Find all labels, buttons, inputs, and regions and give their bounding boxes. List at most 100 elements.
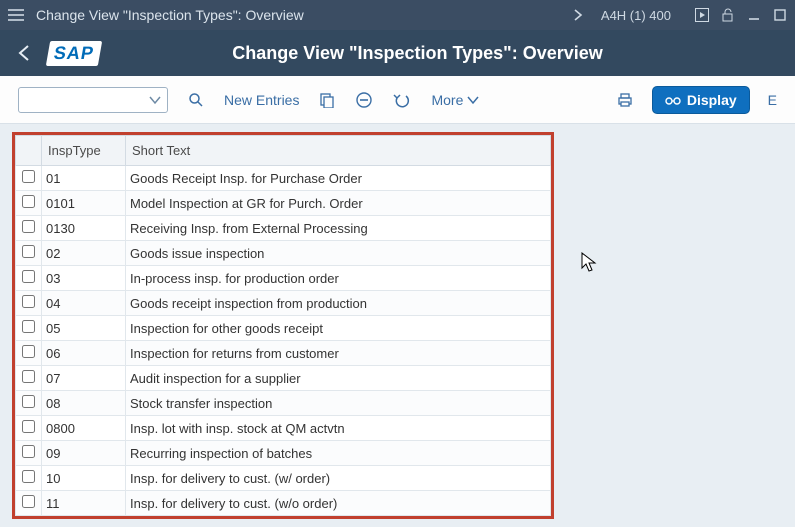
shorttext-cell[interactable]: Inspection for other goods receipt bbox=[126, 316, 551, 341]
more-button[interactable]: More bbox=[431, 92, 479, 108]
insptype-cell[interactable]: 09 bbox=[42, 441, 126, 466]
insptype-cell[interactable]: 0800 bbox=[42, 416, 126, 441]
shorttext-cell[interactable]: Insp. for delivery to cust. (w/o order) bbox=[126, 491, 551, 516]
shorttext-cell[interactable]: Model Inspection at GR for Purch. Order bbox=[126, 191, 551, 216]
table-row[interactable]: 09Recurring inspection of batches bbox=[16, 441, 551, 466]
insptype-cell[interactable]: 10 bbox=[42, 466, 126, 491]
row-checkbox[interactable] bbox=[22, 370, 35, 383]
table-row[interactable]: 05Inspection for other goods receipt bbox=[16, 316, 551, 341]
row-select-cell[interactable] bbox=[16, 441, 42, 466]
display-button[interactable]: Display bbox=[652, 86, 750, 114]
row-select-cell[interactable] bbox=[16, 166, 42, 191]
insptype-cell[interactable]: 07 bbox=[42, 366, 126, 391]
insptype-cell[interactable]: 06 bbox=[42, 341, 126, 366]
row-checkbox[interactable] bbox=[22, 170, 35, 183]
row-checkbox[interactable] bbox=[22, 195, 35, 208]
minimize-icon[interactable] bbox=[747, 8, 761, 22]
chevron-down-icon bbox=[149, 95, 161, 105]
insptype-cell[interactable]: 04 bbox=[42, 291, 126, 316]
variant-dropdown[interactable] bbox=[18, 87, 168, 113]
app-header: SAP Change View "Inspection Types": Over… bbox=[0, 30, 795, 76]
shorttext-cell[interactable]: Inspection for returns from customer bbox=[126, 341, 551, 366]
table-row[interactable]: 10Insp. for delivery to cust. (w/ order) bbox=[16, 466, 551, 491]
row-select-cell[interactable] bbox=[16, 266, 42, 291]
row-select-cell[interactable] bbox=[16, 391, 42, 416]
table-row[interactable]: 01Goods Receipt Insp. for Purchase Order bbox=[16, 166, 551, 191]
row-checkbox[interactable] bbox=[22, 295, 35, 308]
row-checkbox[interactable] bbox=[22, 320, 35, 333]
inspection-types-table: InspType Short Text 01Goods Receipt Insp… bbox=[12, 132, 554, 519]
shorttext-cell[interactable]: Goods Receipt Insp. for Purchase Order bbox=[126, 166, 551, 191]
row-checkbox[interactable] bbox=[22, 270, 35, 283]
shorttext-cell[interactable]: Insp. for delivery to cust. (w/ order) bbox=[126, 466, 551, 491]
row-select-cell[interactable] bbox=[16, 191, 42, 216]
find-button[interactable] bbox=[188, 92, 204, 108]
column-header-select[interactable] bbox=[16, 136, 42, 166]
shorttext-cell[interactable]: Goods issue inspection bbox=[126, 241, 551, 266]
minus-circle-icon bbox=[355, 91, 373, 109]
shorttext-cell[interactable]: Audit inspection for a supplier bbox=[126, 366, 551, 391]
row-select-cell[interactable] bbox=[16, 366, 42, 391]
row-select-cell[interactable] bbox=[16, 466, 42, 491]
table-row[interactable]: 0101Model Inspection at GR for Purch. Or… bbox=[16, 191, 551, 216]
play-icon[interactable] bbox=[695, 8, 709, 22]
table-row[interactable]: 07Audit inspection for a supplier bbox=[16, 366, 551, 391]
search-icon bbox=[188, 92, 204, 108]
exit-button[interactable]: E bbox=[768, 92, 777, 108]
table-row[interactable]: 06Inspection for returns from customer bbox=[16, 341, 551, 366]
row-select-cell[interactable] bbox=[16, 416, 42, 441]
row-checkbox[interactable] bbox=[22, 245, 35, 258]
row-checkbox[interactable] bbox=[22, 420, 35, 433]
table-row[interactable]: 0800Insp. lot with insp. stock at QM act… bbox=[16, 416, 551, 441]
print-icon bbox=[616, 92, 634, 108]
new-entries-button[interactable]: New Entries bbox=[224, 92, 299, 108]
shorttext-cell[interactable]: Recurring inspection of batches bbox=[126, 441, 551, 466]
copy-icon bbox=[319, 92, 335, 108]
row-checkbox[interactable] bbox=[22, 395, 35, 408]
insptype-cell[interactable]: 08 bbox=[42, 391, 126, 416]
row-checkbox[interactable] bbox=[22, 445, 35, 458]
row-checkbox[interactable] bbox=[22, 470, 35, 483]
insptype-cell[interactable]: 03 bbox=[42, 266, 126, 291]
shorttext-cell[interactable]: Receiving Insp. from External Processing bbox=[126, 216, 551, 241]
row-select-cell[interactable] bbox=[16, 291, 42, 316]
shorttext-cell[interactable]: In-process insp. for production order bbox=[126, 266, 551, 291]
column-header-shorttext[interactable]: Short Text bbox=[126, 136, 551, 166]
maximize-icon[interactable] bbox=[773, 8, 787, 22]
insptype-cell[interactable]: 05 bbox=[42, 316, 126, 341]
insptype-cell[interactable]: 0101 bbox=[42, 191, 126, 216]
shorttext-cell[interactable]: Insp. lot with insp. stock at QM actvtn bbox=[126, 416, 551, 441]
table-row[interactable]: 04Goods receipt inspection from producti… bbox=[16, 291, 551, 316]
table-row[interactable]: 11Insp. for delivery to cust. (w/o order… bbox=[16, 491, 551, 516]
chevron-right-icon[interactable] bbox=[573, 8, 583, 22]
table-row[interactable]: 0130Receiving Insp. from External Proces… bbox=[16, 216, 551, 241]
insptype-cell[interactable]: 01 bbox=[42, 166, 126, 191]
copy-button[interactable] bbox=[319, 92, 335, 108]
row-select-cell[interactable] bbox=[16, 216, 42, 241]
unlock-icon[interactable] bbox=[721, 8, 735, 22]
back-button[interactable] bbox=[10, 44, 38, 62]
insptype-cell[interactable]: 0130 bbox=[42, 216, 126, 241]
row-select-cell[interactable] bbox=[16, 316, 42, 341]
row-checkbox[interactable] bbox=[22, 495, 35, 508]
delete-button[interactable] bbox=[355, 91, 373, 109]
row-select-cell[interactable] bbox=[16, 491, 42, 516]
table-row[interactable]: 08Stock transfer inspection bbox=[16, 391, 551, 416]
shorttext-cell[interactable]: Goods receipt inspection from production bbox=[126, 291, 551, 316]
page-title: Change View "Inspection Types": Overview bbox=[110, 43, 785, 64]
glasses-icon bbox=[665, 93, 681, 107]
shorttext-cell[interactable]: Stock transfer inspection bbox=[126, 391, 551, 416]
print-button[interactable] bbox=[616, 92, 634, 108]
table-row[interactable]: 02Goods issue inspection bbox=[16, 241, 551, 266]
column-header-insptype[interactable]: InspType bbox=[42, 136, 126, 166]
table-row[interactable]: 03In-process insp. for production order bbox=[16, 266, 551, 291]
row-select-cell[interactable] bbox=[16, 241, 42, 266]
row-checkbox[interactable] bbox=[22, 220, 35, 233]
row-select-cell[interactable] bbox=[16, 341, 42, 366]
undo-button[interactable] bbox=[393, 92, 411, 108]
insptype-cell[interactable]: 02 bbox=[42, 241, 126, 266]
window-titlebar: Change View "Inspection Types": Overview… bbox=[0, 0, 795, 30]
menu-icon[interactable] bbox=[8, 8, 24, 22]
row-checkbox[interactable] bbox=[22, 345, 35, 358]
insptype-cell[interactable]: 11 bbox=[42, 491, 126, 516]
